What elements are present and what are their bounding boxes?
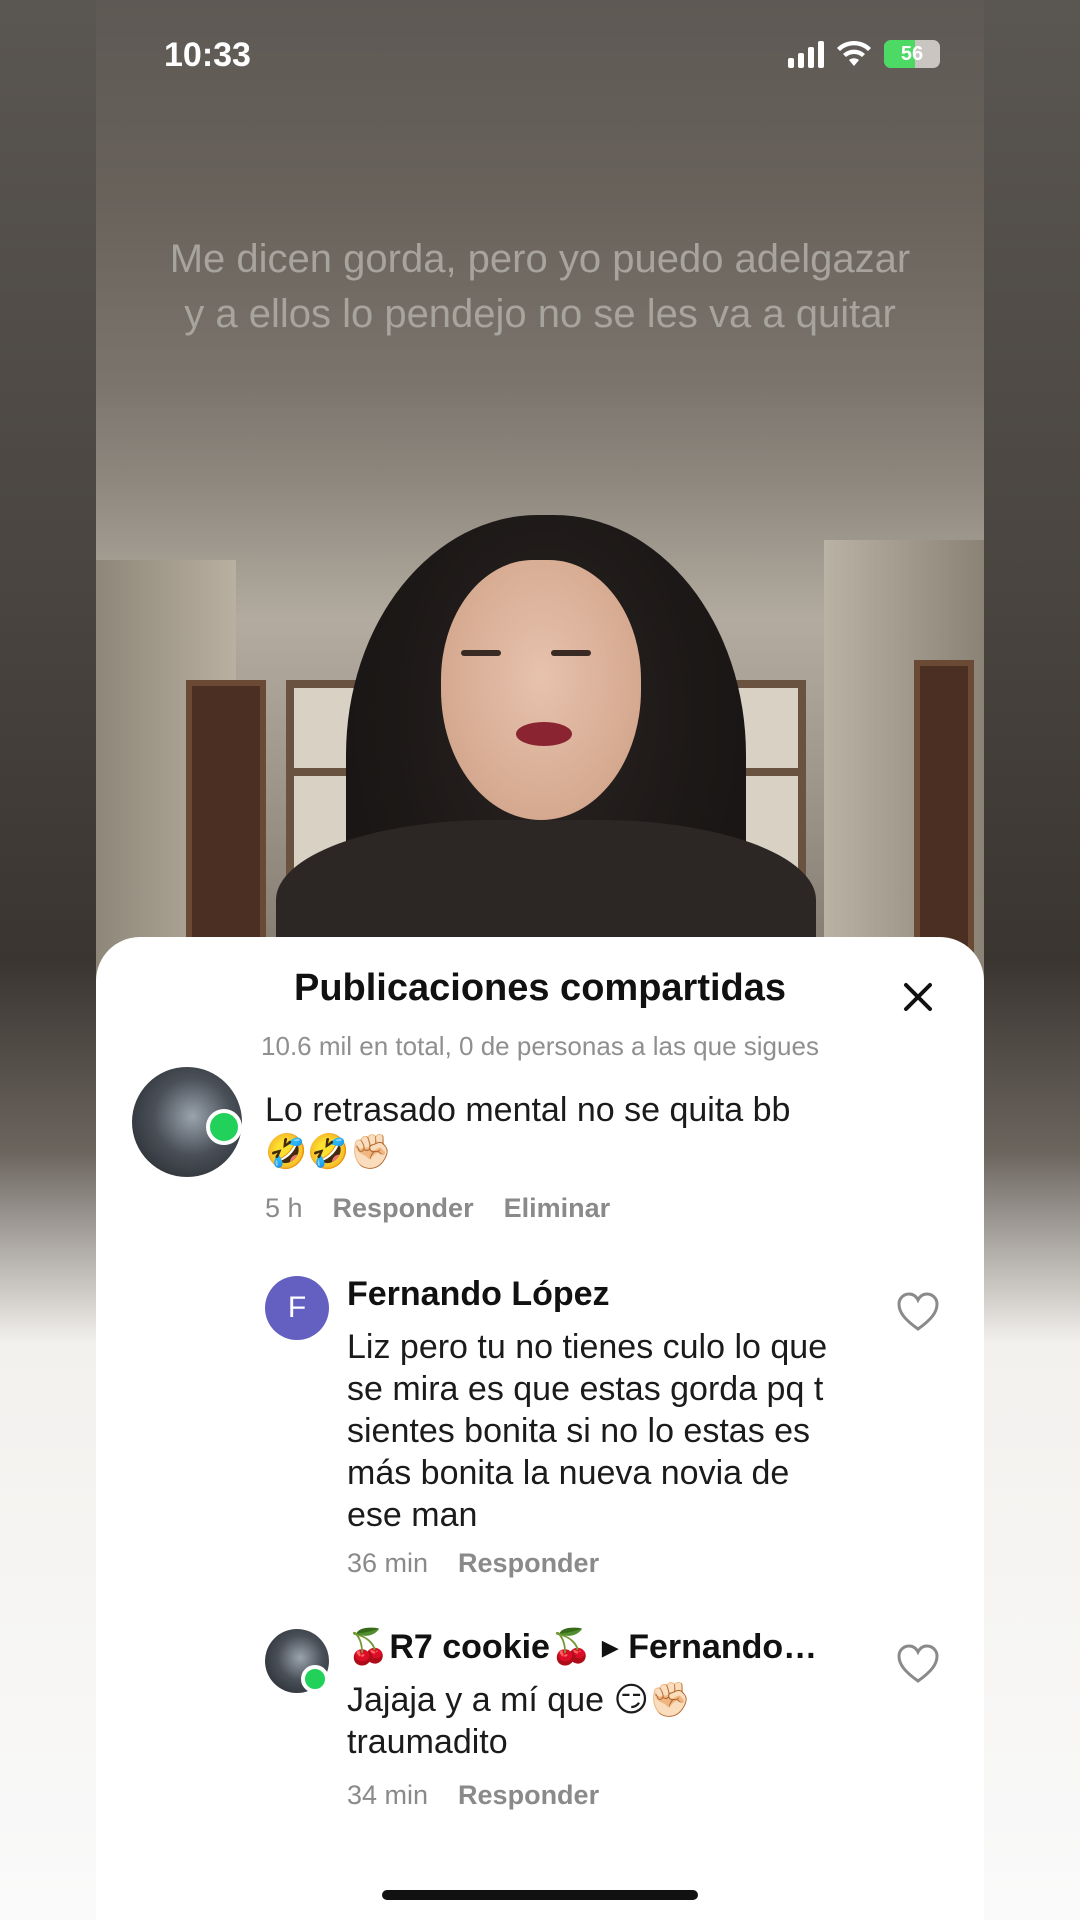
status-time: 10:33	[164, 36, 251, 74]
comment-time: 34 min	[347, 1780, 429, 1810]
reply-button[interactable]: Responder	[458, 1548, 599, 1579]
sheet-subtitle: 10.6 mil en total, 0 de personas a las q…	[261, 1031, 819, 1061]
delete-button[interactable]: Eliminar	[504, 1193, 611, 1224]
online-indicator	[206, 1109, 242, 1145]
shared-posts-sheet: Publicaciones compartidas 10.6 mil en to…	[96, 937, 984, 1920]
comment-meta: 36 min Responder	[347, 1548, 599, 1579]
comment-meta: 5 h Responder Eliminar	[265, 1193, 610, 1224]
battery-icon: 56	[884, 40, 940, 68]
comment-author[interactable]: 🍒R7 cookie🍒 ▸ Fernando…	[347, 1627, 857, 1667]
comment-time: 5 h	[265, 1193, 303, 1223]
comment-meta: 34 min Responder	[347, 1780, 599, 1811]
video-caption: Me dicen gorda, pero yo puedo adelgazar …	[169, 237, 911, 336]
reply-button[interactable]: Responder	[458, 1780, 599, 1811]
wifi-icon	[837, 40, 871, 66]
background-left	[0, 0, 96, 1920]
person-face	[441, 560, 641, 820]
close-icon	[904, 983, 932, 1011]
video-player[interactable]	[96, 0, 984, 1000]
comment-time: 36 min	[347, 1548, 429, 1578]
reply-button[interactable]: Responder	[333, 1193, 474, 1224]
avatar[interactable]: F	[265, 1276, 329, 1340]
background-right	[984, 0, 1080, 1920]
comment-author[interactable]: Fernando López	[347, 1275, 610, 1314]
close-button[interactable]	[898, 977, 938, 1017]
signal-icon	[788, 40, 824, 68]
comment-text: Liz pero tu no tienes culo lo que se mir…	[347, 1328, 828, 1534]
comment-text: Lo retrasado mental no se quita bb 🤣🤣✊🏻	[265, 1091, 791, 1171]
home-indicator[interactable]	[382, 1890, 698, 1900]
status-icons: 56	[788, 40, 940, 68]
heart-icon[interactable]	[896, 1292, 940, 1332]
comment-text: Jajaja y a mí que 😏✊🏻 traumadito	[347, 1681, 692, 1761]
sheet-title: Publicaciones compartidas	[293, 967, 787, 1009]
online-indicator	[301, 1665, 329, 1693]
heart-icon[interactable]	[896, 1644, 940, 1684]
